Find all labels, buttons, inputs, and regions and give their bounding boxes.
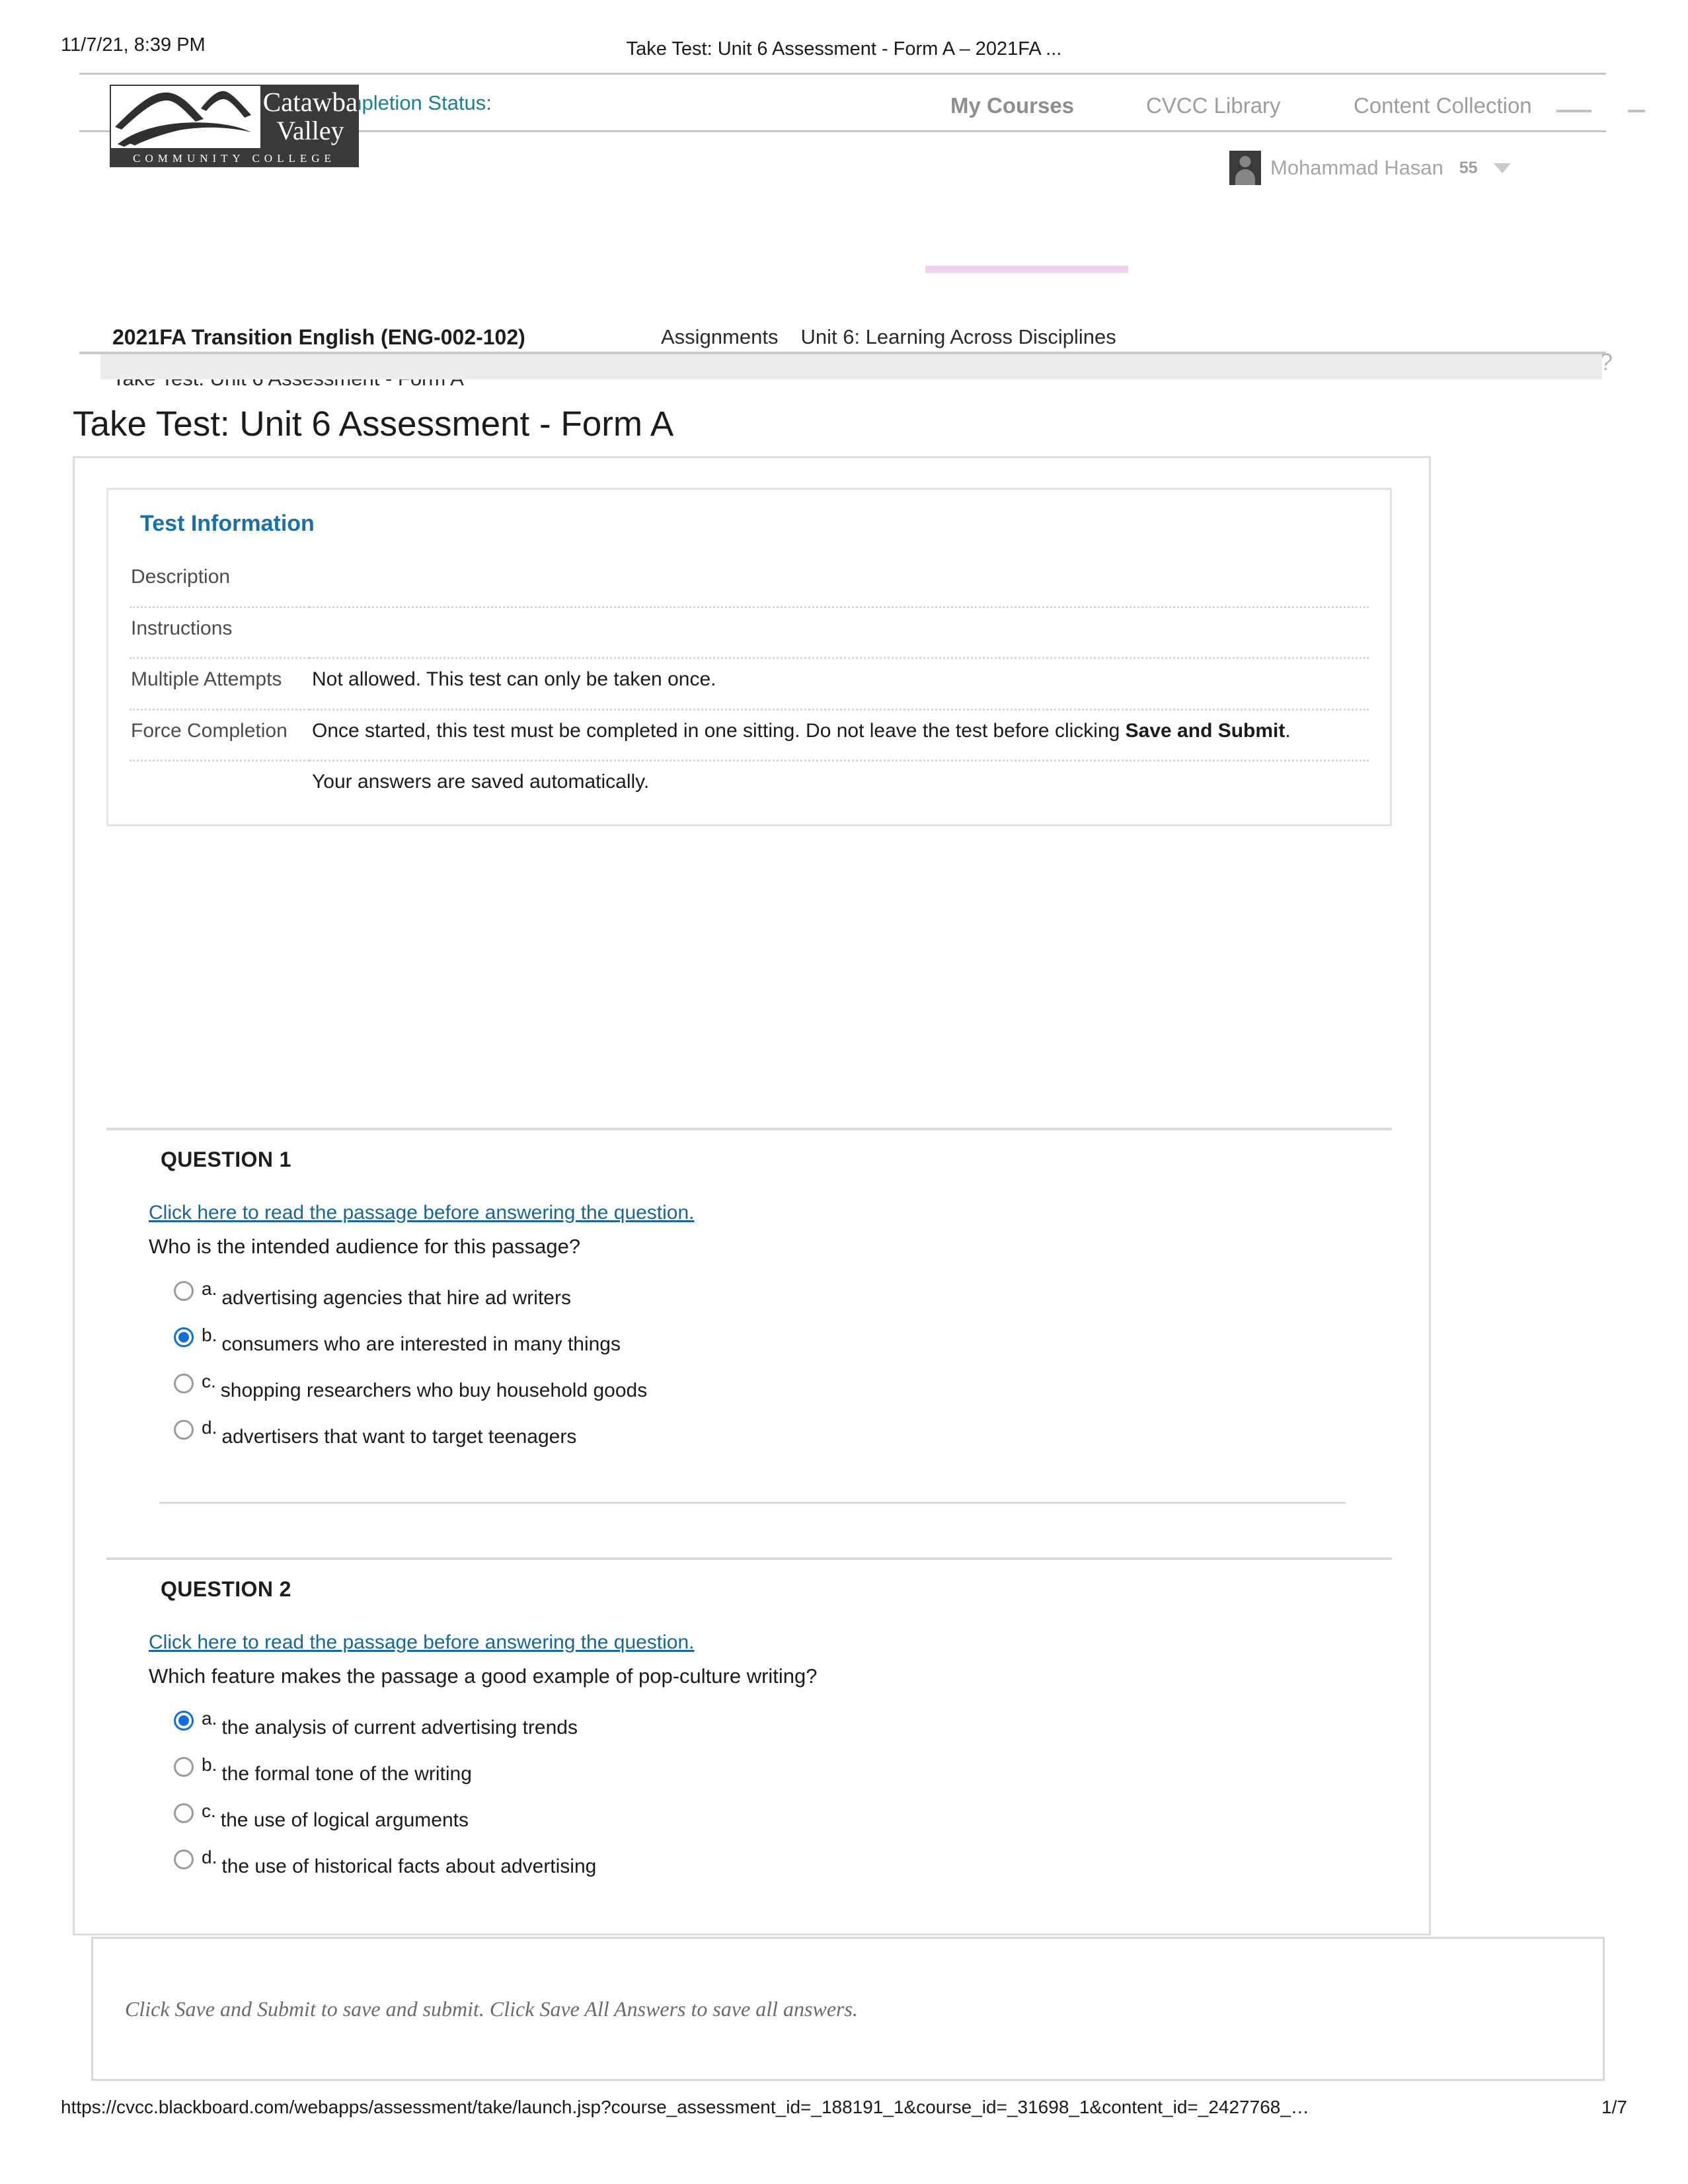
active-tab-underline [925,266,1128,273]
mountain-swoosh-icon [115,91,251,147]
option-text: shopping researchers who buy household g… [220,1380,648,1401]
radio-button-icon[interactable] [174,1803,194,1823]
option-text: the analysis of current advertising tren… [221,1717,578,1738]
question-2-body: Click here to read the passage before an… [149,1631,1358,1893]
question-2-option-d[interactable]: d. the use of historical facts about adv… [174,1847,1358,1877]
option-text: advertisers that want to target teenager… [221,1426,577,1448]
logo-tagline: COMMUNITY COLLEGE [110,149,359,167]
footer-page-number: 1/7 [1601,2097,1627,2117]
force-completion-text-bold: Save and Submit [1125,719,1285,742]
question-1-top-rule [106,1128,1392,1130]
logo-mountain-mark [110,85,262,149]
user-menu[interactable]: Mohammad Hasan 55 [1229,151,1511,185]
question-2-passage-link[interactable]: Click here to read the passage before an… [149,1631,695,1654]
question-1-body: Click here to read the passage before an… [149,1202,1358,1463]
breadcrumb-item-unit6[interactable]: Unit 6: Learning Across Disciplines [800,325,1116,349]
question-2-prompt: Which feature makes the passage a good e… [149,1664,818,1688]
test-info-value-instructions [309,607,1369,660]
option-letter: c. [202,1371,216,1391]
question-2-label: QUESTION 2 [161,1577,291,1601]
table-row: Your answers are saved automatically. [130,761,1369,802]
test-info-key-description: Description [130,557,309,608]
radio-button-icon[interactable] [174,1850,194,1869]
question-2-top-rule [106,1557,1392,1560]
question-1-option-b[interactable]: b. consumers who are interested in many … [174,1325,1358,1355]
table-row: Multiple Attempts Not allowed. This test… [130,658,1369,711]
test-info-value-multiple-attempts: Not allowed. This test can only be taken… [309,658,1369,711]
option-text: consumers who are interested in many thi… [221,1333,621,1355]
breadcrumb-item-assignments[interactable]: Assignments [661,325,778,349]
radio-button-icon[interactable] [174,1711,194,1731]
radio-button-icon[interactable] [174,1281,194,1301]
question-1-passage-link[interactable]: Click here to read the passage before an… [149,1202,695,1224]
test-info-value-force-completion: Once started, this test must be complete… [309,709,1369,762]
table-row: Force Completion Once started, this test… [130,709,1369,762]
breadcrumb-course-row: 2021FA Transition English (ENG-002-102) [112,325,525,350]
print-header: 11/7/21, 8:39 PM Take Test: Unit 6 Asses… [0,34,1688,63]
cvcc-logo[interactable]: Catawba Valley COMMUNITY COLLEGE [110,85,359,167]
option-text: the use of historical facts about advert… [221,1855,597,1877]
question-2-option-b[interactable]: b. the formal tone of the writing [174,1754,1358,1785]
question-2-block: QUESTION 2 Click here to read the passag… [106,1557,1392,1954]
force-completion-text-prefix: Once started, this test must be complete… [312,719,1126,742]
page-title: Take Test: Unit 6 Assessment - Form A [73,404,674,444]
table-row: Description [130,557,1369,608]
nav-link-my-courses[interactable]: My Courses [950,93,1074,118]
breadcrumb-course[interactable]: 2021FA Transition English (ENG-002-102) [112,325,525,349]
test-information-panel: Test Information Description Instruction… [106,488,1392,826]
test-information-heading: Test Information [140,511,315,536]
test-info-key-autosave [130,761,309,802]
question-1-option-a[interactable]: a. advertising agencies that hire ad wri… [174,1278,1358,1309]
test-info-value-description [309,557,1369,608]
logo-word-catawba: Catawba [262,87,358,117]
print-page-title: Take Test: Unit 6 Assessment - Form A – … [626,38,1062,59]
option-letter: a. [202,1278,217,1299]
footer-url: https://cvcc.blackboard.com/webapps/asse… [61,2097,1309,2117]
option-letter: d. [202,1417,217,1438]
option-text: the use of logical arguments [220,1809,469,1831]
question-2-option-a[interactable]: a. the analysis of current advertising t… [174,1708,1358,1738]
nav-link-cvcc-library[interactable]: CVCC Library [1146,93,1281,118]
logo-word-valley: Valley [276,116,344,145]
chevron-down-icon[interactable] [1493,163,1511,173]
question-1-option-c[interactable]: c. shopping researchers who buy househol… [174,1371,1358,1401]
question-1-block: QUESTION 1 Click here to read the passag… [106,1128,1392,1538]
radio-button-icon[interactable] [174,1420,194,1440]
option-letter: b. [202,1325,217,1345]
option-letter: b. [202,1754,217,1775]
test-information-table: Description Instructions Multiple Attemp… [130,557,1369,802]
nav-link-content-collection[interactable]: Content Collection [1354,93,1532,118]
avatar [1229,151,1261,185]
save-submit-panel: Click Save and Submit to save and submit… [91,1937,1605,2081]
save-submit-note: Click Save and Submit to save and submit… [125,1997,858,2021]
option-letter: a. [202,1708,217,1729]
logo-wordmark: Catawba Valley [262,85,359,149]
radio-button-icon[interactable] [174,1327,194,1347]
radio-button-icon[interactable] [174,1374,194,1393]
print-footer: https://cvcc.blackboard.com/webapps/asse… [0,2097,1688,2127]
window-minimize-dash [1556,110,1592,112]
breadcrumb-items: Assignments Unit 6: Learning Across Disc… [661,325,1116,349]
test-info-key-multiple-attempts: Multiple Attempts [130,658,309,711]
assessment-content-card: Test Information Description Instruction… [73,456,1431,1935]
table-row: Instructions [130,607,1369,660]
option-text: advertising agencies that hire ad writer… [221,1287,571,1309]
question-2-option-c[interactable]: c. the use of logical arguments [174,1801,1358,1831]
content-top-gray-band [100,354,1602,379]
option-text: the formal tone of the writing [221,1763,472,1785]
user-name-label: Mohammad Hasan [1270,156,1443,179]
option-letter: d. [202,1847,217,1867]
radio-button-icon[interactable] [174,1757,194,1777]
test-info-key-force-completion: Force Completion [130,709,309,762]
window-control-dash [1628,110,1645,112]
test-info-key-instructions: Instructions [130,607,309,660]
notification-count-badge: 55 [1459,158,1478,177]
test-info-value-autosave: Your answers are saved automatically. [312,771,650,793]
option-letter: c. [202,1801,216,1821]
question-1-prompt: Who is the intended audience for this pa… [149,1235,581,1258]
question-1-label: QUESTION 1 [161,1148,291,1171]
force-completion-text-suffix: . [1285,719,1291,742]
question-1-bottom-rule [159,1502,1346,1504]
question-1-option-d[interactable]: d. advertisers that want to target teena… [174,1417,1358,1448]
